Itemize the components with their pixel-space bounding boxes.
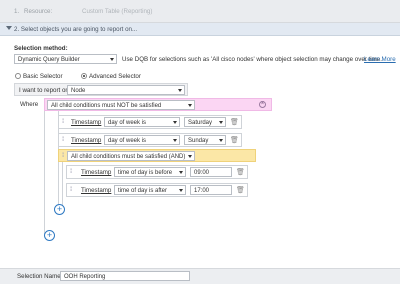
chevron-down-icon	[219, 121, 223, 124]
basic-selector-radio[interactable]	[15, 73, 21, 79]
selection-name-label: Selection Name:	[17, 273, 63, 280]
chevron-down-icon	[173, 139, 177, 142]
condition-value: 17:00	[194, 187, 210, 194]
condition-value: Sunday	[188, 137, 209, 144]
condition-row: ⁞⁞ Timestamp day of week is Sunday 🗑	[58, 133, 242, 147]
chevron-down-icon	[110, 58, 114, 61]
advanced-selector-radio[interactable]	[81, 73, 87, 79]
selection-name-bar: Selection Name: OOH Reporting	[0, 268, 400, 284]
trash-icon[interactable]: 🗑	[230, 118, 239, 126]
tree-line	[44, 107, 45, 234]
report-panel: Selection method: Dynamic Query Builder …	[0, 36, 400, 272]
condition-value-input[interactable]: 17:00	[190, 185, 232, 195]
condition-value-select[interactable]: Saturday	[184, 117, 226, 127]
condition-operator-select[interactable]: day of week is	[104, 117, 180, 127]
learn-more-link[interactable]: Learn More	[364, 56, 396, 63]
subgroup-tree-line	[62, 162, 63, 206]
chevron-down-icon	[173, 121, 177, 124]
where-label: Where	[20, 101, 39, 108]
condition-value: 09:00	[194, 169, 210, 176]
subgroup-condition-select[interactable]: All child conditions must be satisfied (…	[67, 151, 195, 161]
drag-handle-icon[interactable]: ⁞⁞	[62, 137, 65, 143]
condition-operator-value: day of week is	[108, 119, 147, 126]
condition-field[interactable]: Timestamp	[71, 119, 101, 126]
condition-row: ⁞⁞ Timestamp day of week is Saturday 🗑	[58, 115, 242, 129]
condition-operator-select[interactable]: day of week is	[104, 135, 180, 145]
chevron-down-icon	[178, 89, 182, 92]
condition-operator-value: time of day is after	[118, 187, 168, 194]
remove-circle-icon[interactable]: ×	[259, 101, 266, 108]
chevron-down-icon	[188, 155, 192, 158]
advanced-selector-label: Advanced Selector	[89, 73, 141, 80]
step-2-header[interactable]: 2. Select objects you are going to repor…	[0, 23, 400, 36]
condition-field[interactable]: Timestamp	[71, 137, 101, 144]
add-icon[interactable]: +	[44, 230, 55, 241]
report-on-value: Node	[71, 87, 86, 94]
chevron-down-icon	[179, 189, 183, 192]
condition-operator-value: time of day is before	[118, 169, 173, 176]
condition-row: ⁞⁞ Timestamp time of day is before 09:00…	[66, 165, 248, 179]
report-on-select[interactable]: Node	[67, 85, 185, 95]
basic-selector-label: Basic Selector	[23, 73, 63, 80]
step-1-value: Custom Table (Reporting)	[82, 8, 153, 15]
group-condition-select[interactable]: All child conditions must NOT be satisfi…	[47, 100, 195, 110]
condition-operator-select[interactable]: time of day is before	[114, 167, 186, 177]
group-condition-value: All child conditions must NOT be satisfi…	[51, 102, 162, 109]
condition-value: Saturday	[188, 119, 213, 126]
drag-handle-icon[interactable]: ⁞⁞	[70, 169, 73, 175]
condition-row: ⁞⁞ Timestamp time of day is after 17:00 …	[66, 183, 248, 197]
report-on-row: I want to report on Node	[14, 83, 188, 96]
condition-operator-value: day of week is	[108, 137, 147, 144]
chevron-down-icon	[219, 139, 223, 142]
selection-method-select[interactable]: Dynamic Query Builder	[14, 54, 117, 64]
selection-method-hint: Use DQB for selections such as 'All cisc…	[122, 56, 382, 63]
report-on-label: I want to report on	[19, 87, 69, 94]
subgroup-condition-row: ⁞⁞ All child conditions must be satisfie…	[58, 149, 256, 162]
group-condition-row: All child conditions must NOT be satisfi…	[44, 98, 272, 111]
condition-value-select[interactable]: Sunday	[184, 135, 226, 145]
selection-name-input[interactable]: OOH Reporting	[60, 271, 190, 281]
add-icon[interactable]: +	[54, 204, 65, 215]
step-2-label: 2. Select objects you are going to repor…	[14, 26, 138, 33]
condition-value-input[interactable]: 09:00	[190, 167, 232, 177]
chevron-down-icon	[6, 26, 12, 30]
condition-field[interactable]: Timestamp	[81, 187, 111, 194]
step-1-header[interactable]: 1. Resource: Custom Table (Reporting)	[0, 0, 400, 23]
drag-handle-icon[interactable]: ⁞⁞	[62, 153, 65, 159]
trash-icon[interactable]: 🗑	[230, 136, 239, 144]
drag-handle-icon[interactable]: ⁞⁞	[70, 187, 73, 193]
selection-name-value: OOH Reporting	[64, 273, 106, 280]
chevron-down-icon	[188, 104, 192, 107]
condition-field[interactable]: Timestamp	[81, 169, 111, 176]
chevron-down-icon	[179, 171, 183, 174]
step-1-label: Resource:	[24, 8, 53, 15]
condition-operator-select[interactable]: time of day is after	[114, 185, 186, 195]
trash-icon[interactable]: 🗑	[236, 186, 245, 194]
step-1-number: 1.	[14, 8, 20, 15]
selection-method-value: Dynamic Query Builder	[18, 56, 80, 63]
drag-handle-icon[interactable]: ⁞⁞	[62, 119, 65, 125]
subgroup-condition-value: All child conditions must be satisfied (…	[71, 153, 186, 160]
trash-icon[interactable]: 🗑	[236, 168, 245, 176]
selection-method-heading: Selection method:	[14, 45, 68, 52]
